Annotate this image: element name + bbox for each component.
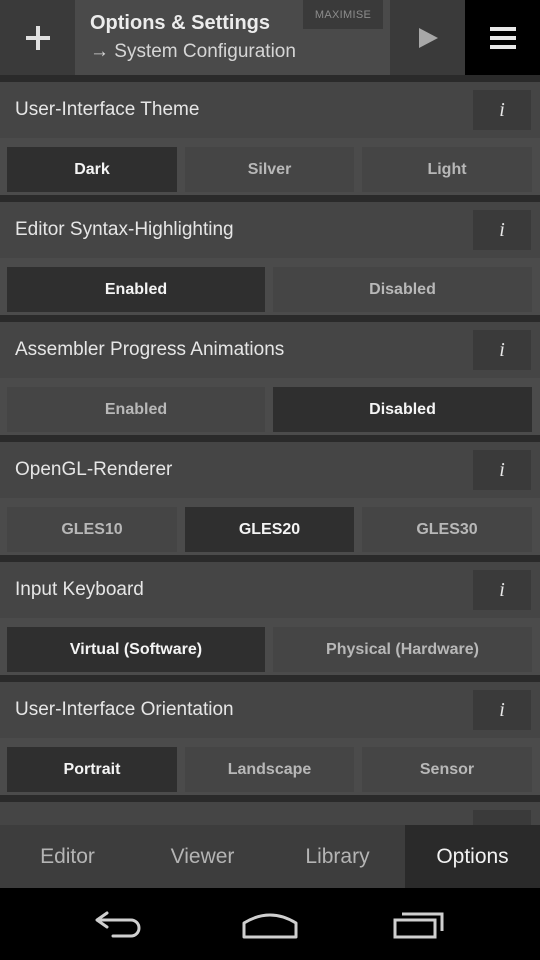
- option-gles20[interactable]: GLES20: [185, 507, 354, 552]
- play-button[interactable]: [390, 0, 465, 75]
- setting-header: Assembler Progress Animations i: [0, 322, 540, 378]
- setting-label: OpenGL-Renderer: [15, 459, 173, 480]
- option-row: Enabled Disabled: [0, 378, 540, 435]
- page-subtitle: → System Configuration: [90, 41, 296, 62]
- setting-header: User-Interface Theme i: [0, 82, 540, 138]
- setting-header: User-Interface Orientation i: [0, 682, 540, 738]
- setting-ui-theme: User-Interface Theme i Dark Silver Light: [0, 75, 540, 195]
- back-icon: [95, 911, 141, 938]
- bottom-tab-bar: Editor Viewer Library Options: [0, 825, 540, 888]
- option-dark[interactable]: Dark: [7, 147, 177, 192]
- info-button[interactable]: i: [473, 330, 531, 370]
- setting-header-partial: [0, 802, 540, 825]
- setting-header: Input Keyboard i: [0, 562, 540, 618]
- tab-viewer[interactable]: Viewer: [135, 825, 270, 888]
- option-disabled[interactable]: Disabled: [273, 267, 532, 312]
- setting-header: OpenGL-Renderer i: [0, 442, 540, 498]
- title-area: Options & Settings → System Configuratio…: [75, 0, 390, 75]
- page-title: Options & Settings: [90, 12, 270, 34]
- setting-opengl-renderer: OpenGL-Renderer i GLES10 GLES20 GLES30: [0, 435, 540, 555]
- hamburger-menu-icon: [489, 26, 516, 49]
- option-light[interactable]: Light: [362, 147, 532, 192]
- top-action-bar: Options & Settings → System Configuratio…: [0, 0, 540, 75]
- option-portrait[interactable]: Portrait: [7, 747, 177, 792]
- setting-label: Editor Syntax-Highlighting: [15, 219, 234, 240]
- play-icon: [418, 27, 438, 48]
- maximise-button[interactable]: MAXIMISE: [303, 0, 383, 29]
- info-button[interactable]: i: [473, 570, 531, 610]
- setting-header: Editor Syntax-Highlighting i: [0, 202, 540, 258]
- option-physical-keyboard[interactable]: Physical (Hardware): [273, 627, 532, 672]
- setting-input-keyboard: Input Keyboard i Virtual (Software) Phys…: [0, 555, 540, 675]
- setting-ui-orientation: User-Interface Orientation i Portrait La…: [0, 675, 540, 795]
- option-gles30[interactable]: GLES30: [362, 507, 532, 552]
- option-row: Portrait Landscape Sensor: [0, 738, 540, 795]
- setting-assembler-animations: Assembler Progress Animations i Enabled …: [0, 315, 540, 435]
- info-button[interactable]: i: [473, 90, 531, 130]
- setting-label: User-Interface Orientation: [15, 699, 234, 720]
- back-button[interactable]: [75, 888, 165, 960]
- info-button[interactable]: i: [473, 450, 531, 490]
- option-gles10[interactable]: GLES10: [7, 507, 177, 552]
- setting-syntax-highlighting: Editor Syntax-Highlighting i Enabled Dis…: [0, 195, 540, 315]
- recent-apps-icon: [393, 912, 444, 939]
- info-button[interactable]: i: [473, 210, 531, 250]
- option-enabled[interactable]: Enabled: [7, 387, 265, 432]
- option-disabled[interactable]: Disabled: [273, 387, 532, 432]
- setting-label: Assembler Progress Animations: [15, 339, 285, 360]
- option-row: GLES10 GLES20 GLES30: [0, 498, 540, 555]
- add-button[interactable]: [0, 0, 75, 75]
- setting-label: User-Interface Theme: [15, 99, 200, 120]
- system-navigation-bar: [0, 888, 540, 960]
- option-virtual-keyboard[interactable]: Virtual (Software): [7, 627, 265, 672]
- menu-button[interactable]: [465, 0, 540, 75]
- tab-options[interactable]: Options: [405, 825, 540, 888]
- tab-library[interactable]: Library: [270, 825, 405, 888]
- option-row: Enabled Disabled: [0, 258, 540, 315]
- option-silver[interactable]: Silver: [185, 147, 354, 192]
- option-enabled[interactable]: Enabled: [7, 267, 265, 312]
- option-landscape[interactable]: Landscape: [185, 747, 354, 792]
- plus-icon: [25, 25, 50, 50]
- settings-list[interactable]: User-Interface Theme i Dark Silver Light…: [0, 75, 540, 825]
- info-button[interactable]: [473, 810, 531, 825]
- home-icon: [242, 913, 298, 939]
- option-row: Dark Silver Light: [0, 138, 540, 195]
- option-row: Virtual (Software) Physical (Hardware): [0, 618, 540, 675]
- home-button[interactable]: [225, 888, 315, 960]
- tab-editor[interactable]: Editor: [0, 825, 135, 888]
- recent-apps-button[interactable]: [375, 888, 465, 960]
- setting-label: Input Keyboard: [15, 579, 144, 600]
- info-button[interactable]: i: [473, 690, 531, 730]
- option-sensor[interactable]: Sensor: [362, 747, 532, 792]
